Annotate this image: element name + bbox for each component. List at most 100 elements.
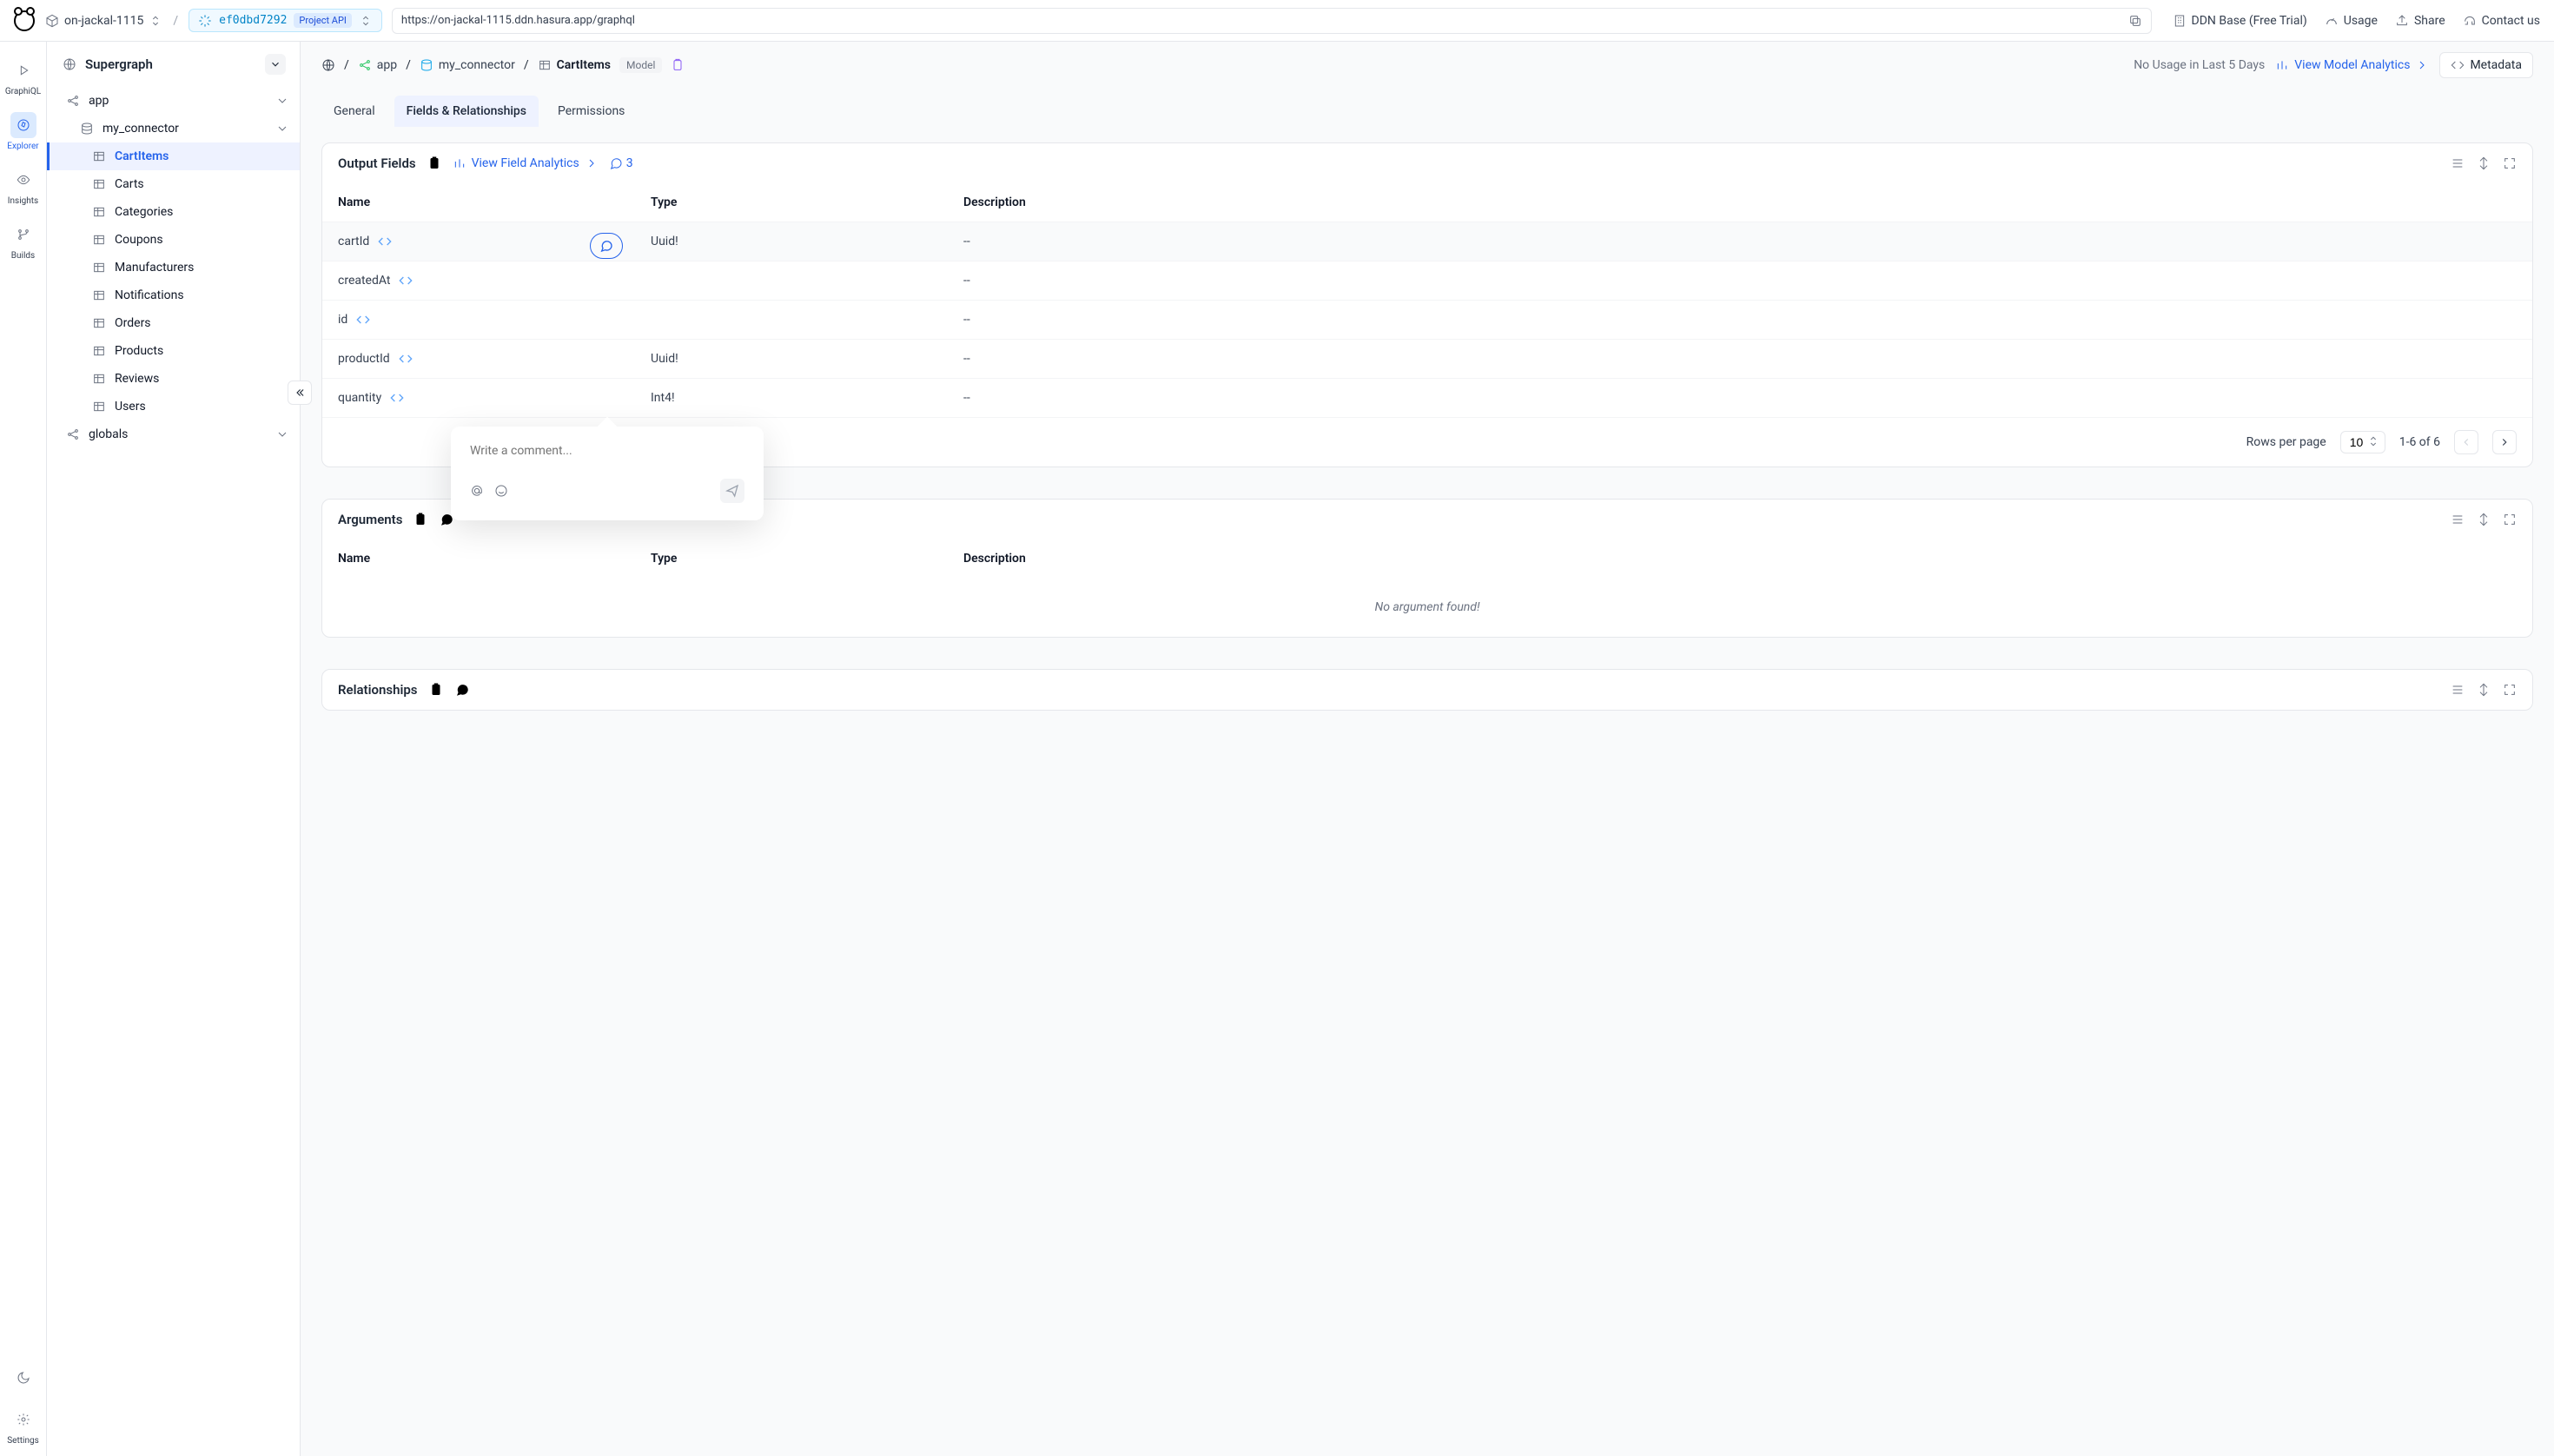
contact-button[interactable]: Contact us <box>2463 14 2540 28</box>
emoji-icon[interactable] <box>494 484 508 498</box>
fullscreen-icon[interactable] <box>2503 683 2517 697</box>
list-icon[interactable] <box>2451 156 2465 170</box>
plan-button[interactable]: DDN Base (Free Trial) <box>2173 14 2307 28</box>
sidebar-item-manufacturers[interactable]: Manufacturers <box>47 254 300 281</box>
clipboard-icon[interactable] <box>427 156 442 171</box>
expand-rows-icon[interactable] <box>2477 513 2491 526</box>
table-row[interactable]: cartIdUuid!-- <box>322 222 2532 261</box>
comment-icon[interactable] <box>454 682 470 698</box>
globe-icon[interactable] <box>321 58 335 72</box>
rail-explorer[interactable]: Explorer <box>0 112 46 151</box>
model-badge: Model <box>619 57 662 73</box>
arg-col-name: Name <box>338 552 651 566</box>
branch-icon <box>17 228 30 242</box>
rail-insights[interactable]: Insights <box>0 167 46 206</box>
updown-icon <box>149 14 162 28</box>
supergraph-header[interactable]: Supergraph <box>47 42 300 87</box>
mention-icon[interactable] <box>470 484 484 498</box>
sidebar-item-carts[interactable]: Carts <box>47 170 300 198</box>
chevron-down-icon <box>275 427 289 441</box>
sidebar-item-coupons[interactable]: Coupons <box>47 226 300 254</box>
field-type: Int4! <box>651 391 963 405</box>
rows-per-page-select[interactable]: 10 <box>2340 431 2385 453</box>
building-icon <box>2173 14 2187 28</box>
tabs: General Fields & Relationships Permissio… <box>301 96 2554 127</box>
tab-general[interactable]: General <box>321 96 387 127</box>
project-selector[interactable]: on-jackal-1115 <box>45 14 162 28</box>
expand-rows-icon[interactable] <box>2477 156 2491 170</box>
usage-button[interactable]: Usage <box>2325 14 2378 28</box>
field-name: id <box>338 313 347 327</box>
tree-connector[interactable]: my_connector <box>47 115 300 142</box>
url-box[interactable]: https://on-jackal-1115.ddn.hasura.app/gr… <box>392 8 2152 34</box>
list-icon[interactable] <box>2451 683 2465 697</box>
bc-model: CartItems <box>538 58 611 72</box>
copy-icon[interactable] <box>2128 14 2142 28</box>
comment-input[interactable] <box>470 444 744 463</box>
sidebar-item-label: Reviews <box>115 372 159 386</box>
share-button[interactable]: Share <box>2395 14 2445 28</box>
gear-icon <box>17 1413 30 1426</box>
sidebar-item-categories[interactable]: Categories <box>47 198 300 226</box>
plan-label: DDN Base (Free Trial) <box>2192 14 2307 28</box>
list-icon[interactable] <box>2451 513 2465 526</box>
col-desc: Description <box>963 195 2517 209</box>
clipboard-icon[interactable] <box>671 58 685 72</box>
supergraph-label: Supergraph <box>85 56 153 72</box>
col-name: Name <box>338 195 651 209</box>
prev-page-button[interactable] <box>2454 430 2478 454</box>
sidebar-item-label: Coupons <box>115 233 163 247</box>
sidebar-item-reviews[interactable]: Reviews <box>47 365 300 393</box>
table-icon <box>92 177 106 191</box>
api-badge[interactable]: ef0dbd7292 Project API <box>189 9 382 32</box>
metadata-button[interactable]: Metadata <box>2439 52 2533 78</box>
collapse-sidebar-button[interactable] <box>288 381 312 405</box>
chevron-down-icon[interactable] <box>265 54 286 75</box>
sidebar-item-products[interactable]: Products <box>47 337 300 365</box>
view-field-analytics[interactable]: View Field Analytics <box>453 156 599 170</box>
expand-rows-icon[interactable] <box>2477 683 2491 697</box>
sidebar-item-cartitems[interactable]: CartItems <box>47 142 300 170</box>
rail-graphiql[interactable]: GraphiQL <box>0 57 46 96</box>
bc-app[interactable]: app <box>358 58 397 72</box>
graphql-url: https://on-jackal-1115.ddn.hasura.app/gr… <box>401 14 635 27</box>
globe-icon <box>63 57 76 71</box>
field-desc: -- <box>963 274 2517 288</box>
rail-theme[interactable] <box>0 1365 46 1391</box>
arg-col-type: Type <box>651 552 963 566</box>
rail-settings[interactable]: Settings <box>0 1406 46 1446</box>
send-button[interactable] <box>720 479 744 503</box>
arguments-empty: No argument found! <box>322 578 2532 637</box>
fullscreen-icon[interactable] <box>2503 513 2517 526</box>
sidebar-item-orders[interactable]: Orders <box>47 309 300 337</box>
sidebar-item-notifications[interactable]: Notifications <box>47 281 300 309</box>
fullscreen-icon[interactable] <box>2503 156 2517 170</box>
cube-icon <box>45 14 59 28</box>
table-icon <box>92 288 106 302</box>
table-row[interactable]: quantityInt4!-- <box>322 378 2532 417</box>
view-model-analytics[interactable]: View Model Analytics <box>2275 58 2429 72</box>
comment-count-num: 3 <box>626 156 633 170</box>
tree-globals[interactable]: globals <box>47 420 300 448</box>
table-row[interactable]: createdAt -- <box>322 261 2532 300</box>
rail-builds[interactable]: Builds <box>0 222 46 261</box>
tab-fields[interactable]: Fields & Relationships <box>394 96 539 127</box>
table-row[interactable]: productIdUuid!-- <box>322 339 2532 378</box>
field-name: createdAt <box>338 274 390 288</box>
comment-count[interactable]: 3 <box>609 156 633 170</box>
bc-connector[interactable]: my_connector <box>420 58 515 72</box>
project-name: on-jackal-1115 <box>64 14 143 28</box>
clipboard-icon[interactable] <box>413 512 428 527</box>
sidebar-item-users[interactable]: Users <box>47 393 300 420</box>
logo-icon <box>14 10 35 31</box>
tree-app[interactable]: app <box>47 87 300 115</box>
updown-icon <box>359 14 373 28</box>
clipboard-icon[interactable] <box>428 682 444 698</box>
field-name: cartId <box>338 235 369 248</box>
tab-permissions[interactable]: Permissions <box>546 96 637 127</box>
table-row[interactable]: id-- <box>322 300 2532 339</box>
next-page-button[interactable] <box>2492 430 2517 454</box>
col-type: Type <box>651 195 963 209</box>
analytics-label: View Model Analytics <box>2294 58 2410 72</box>
row-comment-button[interactable] <box>590 233 623 259</box>
